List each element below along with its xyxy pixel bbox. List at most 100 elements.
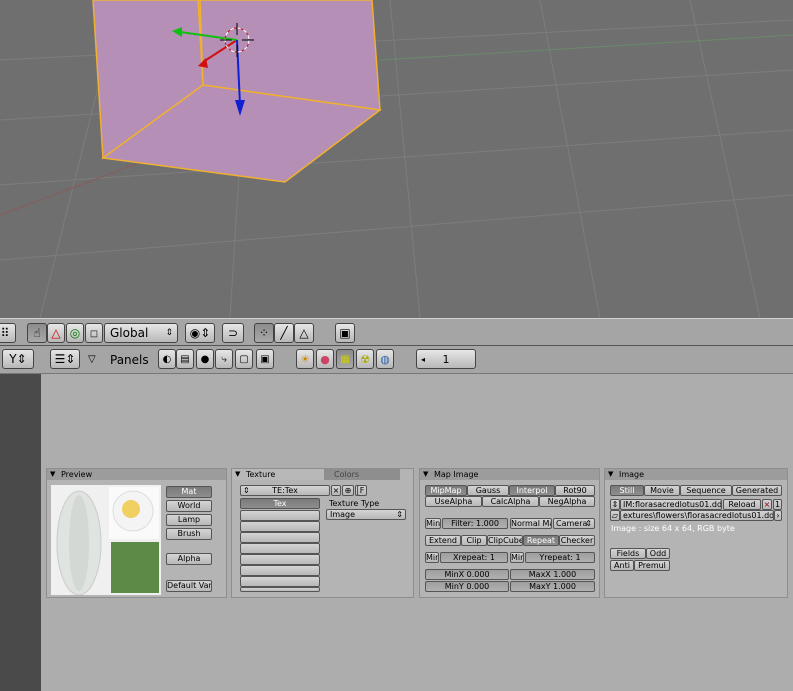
fields-toggle[interactable]: Fields xyxy=(610,548,646,559)
unlink-x-icon[interactable]: × xyxy=(331,485,341,496)
menu-toggle-icon[interactable]: ⠿ xyxy=(0,323,16,343)
image-sequence-tab[interactable]: Sequence xyxy=(680,485,732,496)
texture-slot[interactable] xyxy=(240,543,320,554)
orientation-select[interactable]: Global ⇕ xyxy=(104,323,178,343)
page-number-field[interactable]: ◂ 1 xyxy=(416,349,476,369)
scale-manipulator-icon[interactable]: ◽ xyxy=(85,323,103,343)
window-type-icon[interactable]: Y⇕ xyxy=(2,349,34,369)
filter-field[interactable]: Filter: 1.000 xyxy=(442,518,508,529)
object-icon[interactable]: ⤷ xyxy=(215,349,233,369)
translate-manipulator-icon[interactable]: △ xyxy=(47,323,65,343)
maxx-field[interactable]: MaxX 1.000 xyxy=(510,569,595,580)
reload-button[interactable]: Reload xyxy=(723,499,761,510)
usealpha-toggle[interactable]: UseAlpha xyxy=(425,496,482,507)
image-panel: Image Still Movie Sequence Generated ⇕ I… xyxy=(604,468,788,598)
image-name-field[interactable]: IM:florasacredlotus01.dd xyxy=(620,499,722,510)
miny-field[interactable]: MinY 0.000 xyxy=(425,581,509,592)
shading-icon[interactable]: ● xyxy=(196,349,214,369)
image-generated-tab[interactable]: Generated xyxy=(732,485,782,496)
image-movie-tab[interactable]: Movie xyxy=(644,485,680,496)
texture-slot[interactable] xyxy=(240,554,320,565)
extend-option[interactable]: Extend xyxy=(425,535,461,546)
yrepeat-field[interactable]: Yrepeat: 1 xyxy=(525,552,595,563)
pin-icon[interactable]: 1 xyxy=(773,499,782,510)
texture-slot[interactable] xyxy=(240,521,320,532)
texture-icon[interactable]: ▦ xyxy=(336,349,354,369)
texture-slot[interactable] xyxy=(240,532,320,543)
world-icon[interactable]: ◍ xyxy=(376,349,394,369)
ymirror-toggle[interactable]: Mir xyxy=(510,552,524,563)
texture-slot[interactable] xyxy=(240,587,320,592)
vertex-select-icon[interactable]: ⁘ xyxy=(254,323,274,343)
tab-colors[interactable]: Colors xyxy=(324,469,400,480)
viewport-scene[interactable] xyxy=(0,0,793,318)
snap-magnet-icon[interactable]: ⊃ xyxy=(222,323,244,343)
xmirror-toggle[interactable]: Mir xyxy=(425,552,439,563)
minx-field[interactable]: MinX 0.000 xyxy=(425,569,509,580)
odd-toggle[interactable]: Odd xyxy=(646,548,670,559)
logic-icon[interactable]: ◐ xyxy=(158,349,176,369)
premul-toggle[interactable]: Premul xyxy=(634,560,670,571)
face-select-icon[interactable]: △ xyxy=(294,323,314,343)
texture-slot[interactable] xyxy=(240,576,320,587)
preview-title[interactable]: Preview xyxy=(47,469,226,480)
texture-type-select[interactable]: Image ⇕ xyxy=(326,509,406,520)
image-still-tab[interactable]: Still xyxy=(610,485,644,496)
negalpha-toggle[interactable]: NegAlpha xyxy=(539,496,595,507)
camera-value: Camera xyxy=(556,519,588,528)
lamp-icon[interactable]: ☀ xyxy=(296,349,314,369)
preview-lamp-button[interactable]: Lamp xyxy=(166,514,212,526)
preview-world-button[interactable]: World xyxy=(166,500,212,512)
texture-f-button[interactable]: F xyxy=(357,485,367,496)
preview-mat-button[interactable]: Mat xyxy=(166,486,212,498)
maxy-field[interactable]: MaxY 1.000 xyxy=(510,581,595,592)
updown-icon[interactable]: ⇕ xyxy=(610,499,620,510)
collapse-triangle-icon[interactable]: ▽ xyxy=(88,354,96,365)
3d-viewport[interactable] xyxy=(0,0,793,318)
tab-texture[interactable]: ▼ Texture xyxy=(232,469,324,480)
unlink-x-icon[interactable]: × xyxy=(762,499,772,510)
radiosity-icon[interactable]: ☢ xyxy=(356,349,374,369)
grab-hand-icon[interactable]: ☝ xyxy=(27,323,47,343)
gauss-toggle[interactable]: Gauss xyxy=(467,485,509,496)
texture-name-field[interactable]: ⇕ TE:Tex xyxy=(240,485,330,496)
normal-map-toggle[interactable]: Normal Ma xyxy=(510,518,552,529)
preview-image xyxy=(51,485,161,595)
default-var-button[interactable]: Default Var xyxy=(166,580,212,592)
left-scroll-strip xyxy=(0,374,41,691)
calcalpha-toggle[interactable]: CalcAlpha xyxy=(482,496,539,507)
preview-brush-button[interactable]: Brush xyxy=(166,528,212,540)
preview-alpha-button[interactable]: Alpha xyxy=(166,553,212,565)
clip-option[interactable]: Clip xyxy=(461,535,487,546)
checker-option[interactable]: Checker xyxy=(559,535,595,546)
min-toggle[interactable]: Min xyxy=(425,518,441,529)
camera-select[interactable]: Camera ⇕ xyxy=(553,518,595,529)
preview-panel: Preview Mat World Lamp Brush Alpha Defau… xyxy=(46,468,227,598)
file-browse-icon[interactable]: ▱ xyxy=(610,510,620,521)
edge-select-icon[interactable]: ╱ xyxy=(274,323,294,343)
map-image-title[interactable]: Map Image xyxy=(420,469,599,480)
texture-slot[interactable] xyxy=(240,510,320,521)
editing-icon[interactable]: ▢ xyxy=(235,349,253,369)
rot90-toggle[interactable]: Rot90 xyxy=(555,485,595,496)
pivot-select-icon[interactable]: ◉⇕ xyxy=(185,323,215,343)
fake-user-icon[interactable]: ⊕ xyxy=(342,485,354,496)
material-icon[interactable]: ● xyxy=(316,349,334,369)
clipcube-option[interactable]: ClipCube xyxy=(487,535,523,546)
scene-icon[interactable]: ▣ xyxy=(256,349,274,369)
arrow-left-icon[interactable]: ◂ xyxy=(421,355,425,364)
image-path-field[interactable]: extures\flowers\florasacredlotus01.dds xyxy=(620,510,774,521)
repeat-option[interactable]: Repeat xyxy=(523,535,559,546)
script-icon[interactable]: ▤ xyxy=(176,349,194,369)
mipmap-toggle[interactable]: MipMap xyxy=(425,485,467,496)
image-title[interactable]: Image xyxy=(605,469,787,480)
texture-slot[interactable] xyxy=(240,565,320,576)
anti-toggle[interactable]: Anti xyxy=(610,560,634,571)
path-arrow-icon[interactable]: › xyxy=(774,510,782,521)
rotate-manipulator-icon[interactable]: ◎ xyxy=(66,323,84,343)
interpol-toggle[interactable]: Interpol xyxy=(509,485,555,496)
texture-slot-selected[interactable]: Tex xyxy=(240,498,320,509)
xrepeat-field[interactable]: Xrepeat: 1 xyxy=(440,552,508,563)
render-image-icon[interactable]: ▣ xyxy=(335,323,355,343)
menu-expand-icon[interactable]: ☰⇕ xyxy=(50,349,80,369)
